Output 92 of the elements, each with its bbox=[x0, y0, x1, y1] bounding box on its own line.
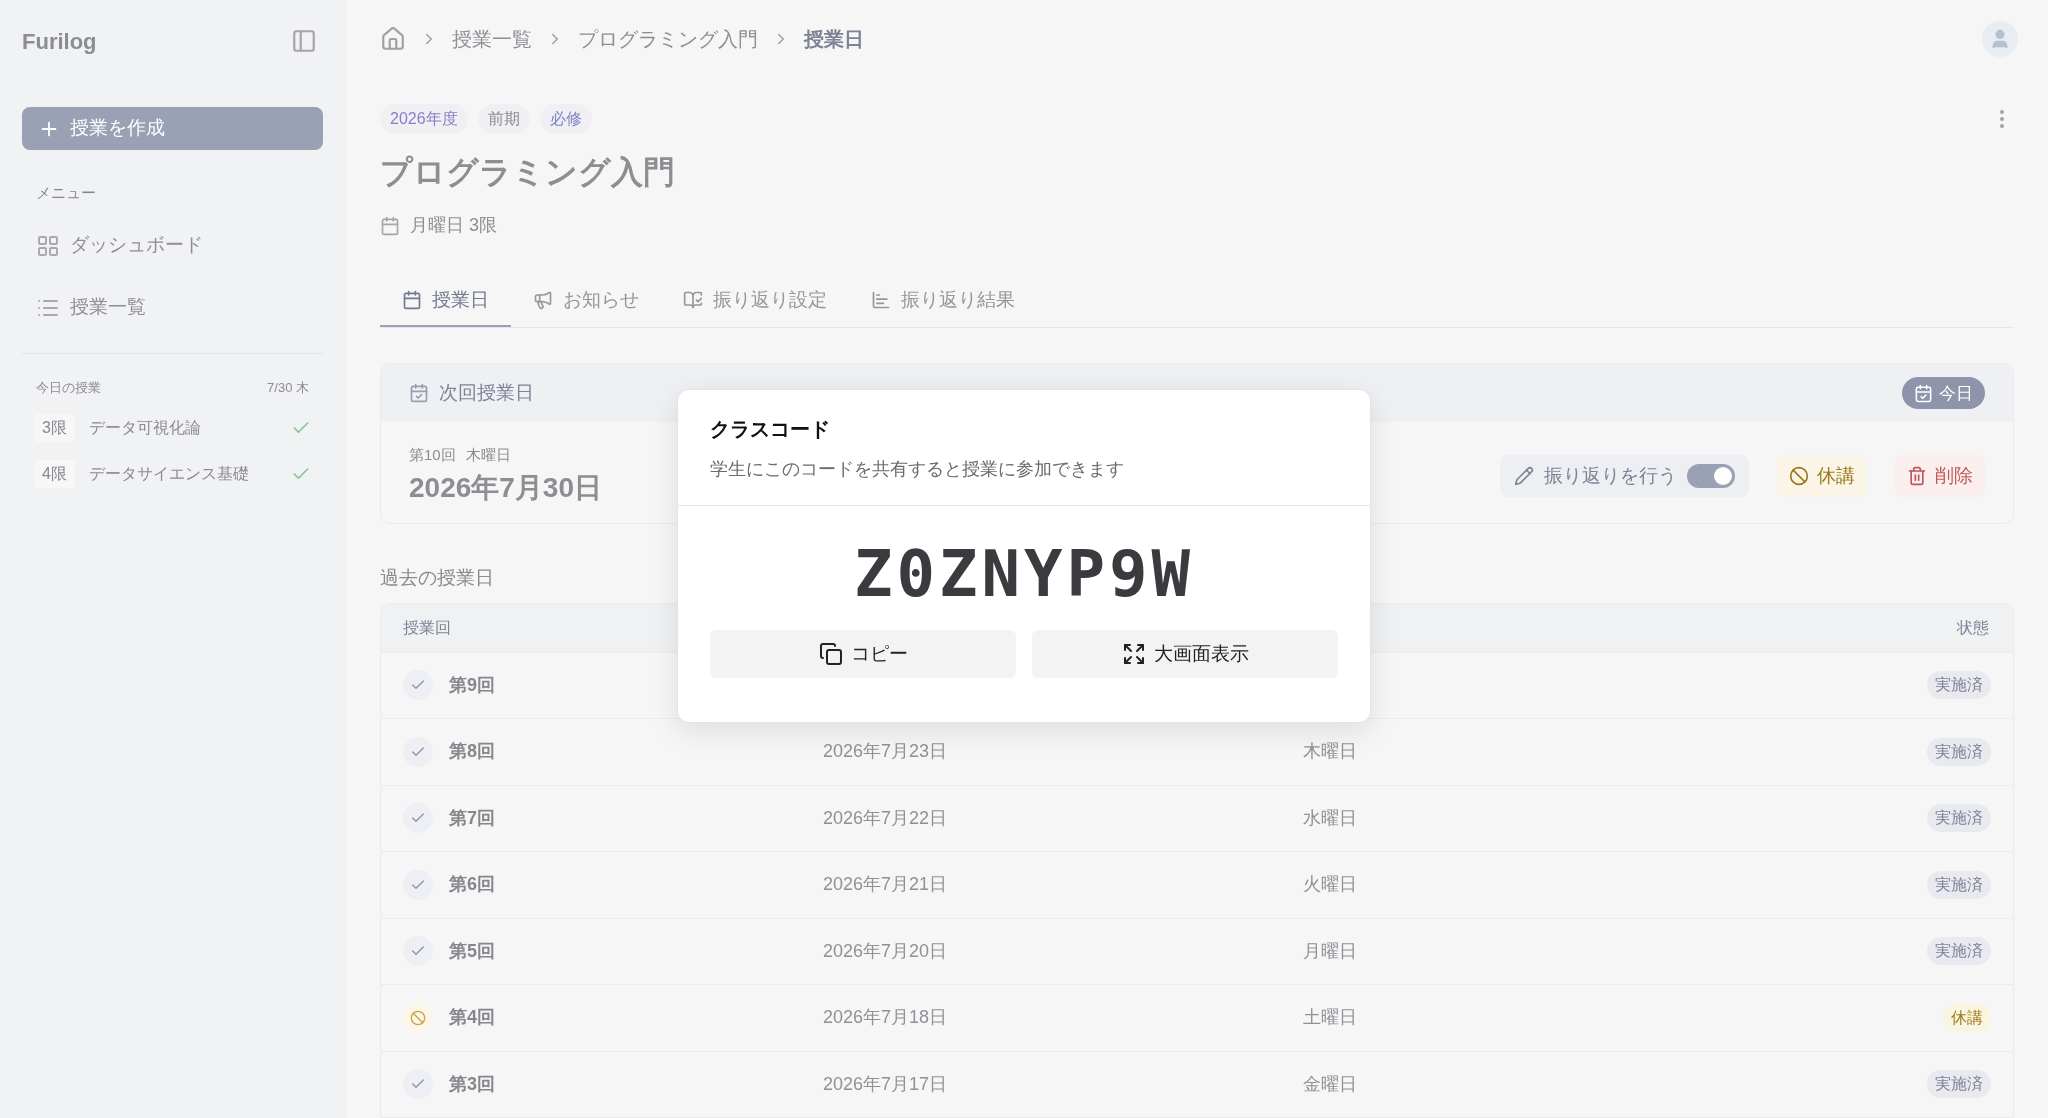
today-button[interactable]: 今日 bbox=[1902, 377, 1985, 410]
megaphone-icon bbox=[533, 290, 553, 311]
fullscreen-button[interactable]: 大画面表示 bbox=[1032, 630, 1338, 678]
class-number: 第9回 bbox=[449, 673, 495, 697]
period-badge: 4限 bbox=[34, 460, 75, 488]
table-cell-text: 土曜日 bbox=[1303, 1006, 1358, 1030]
reflection-label: 振り返りを行う bbox=[1544, 464, 1677, 489]
menu-heading: メニュー bbox=[36, 183, 97, 203]
chart-icon bbox=[871, 290, 891, 311]
today-class-item[interactable]: 3限 データ可視化論 bbox=[34, 405, 311, 451]
dialog-title: クラスコード bbox=[710, 417, 831, 442]
today-class-item[interactable]: 4限 データサイエンス基礎 bbox=[34, 451, 311, 497]
table-row[interactable]: 第7回 2026年7月22日 水曜日 実施済 bbox=[381, 784, 2013, 851]
table-cell-text: 2026年7月20日 bbox=[823, 939, 949, 963]
course-title: プログラミング入門 bbox=[380, 153, 676, 193]
status-badge: 実施済 bbox=[1927, 804, 1991, 833]
tag: 必修 bbox=[539, 104, 592, 135]
past-classes-heading: 過去の授業日 bbox=[380, 566, 494, 590]
trash-icon bbox=[1907, 466, 1927, 487]
tab[interactable]: 振り返り設定 bbox=[661, 275, 849, 328]
prohibited-icon bbox=[1789, 466, 1809, 487]
table-cell-text: 2026年7月22日 bbox=[823, 806, 949, 830]
next-class-heading: 次回授業日 bbox=[439, 381, 534, 406]
table-cell-text: 月曜日 bbox=[1303, 939, 1358, 963]
table-cell-text: 2026年7月18日 bbox=[823, 1006, 949, 1030]
period-badge: 3限 bbox=[34, 414, 75, 442]
tab[interactable]: お知らせ bbox=[511, 275, 661, 328]
column-header: 授業回 bbox=[403, 617, 452, 638]
tag: 2026年度 bbox=[380, 104, 468, 135]
cancel-class-button[interactable]: 休講 bbox=[1777, 455, 1867, 498]
sidebar-item-label: ダッシュボード bbox=[70, 233, 203, 258]
class-number: 第3回 bbox=[449, 1072, 495, 1096]
status-badge: 実施済 bbox=[1927, 870, 1991, 899]
class-number: 第6回 bbox=[449, 873, 495, 897]
calendar-check-icon bbox=[409, 383, 429, 404]
class-number: 第5回 bbox=[449, 939, 495, 963]
create-class-button[interactable]: 授業を作成 bbox=[22, 107, 323, 150]
status-badge: 実施済 bbox=[1927, 937, 1991, 966]
calendar-icon bbox=[402, 290, 422, 311]
grid-icon bbox=[36, 233, 60, 258]
breadcrumb-link[interactable]: プログラミング入門 bbox=[578, 24, 758, 55]
table-row[interactable]: 第5回 2026年7月20日 月曜日 実施済 bbox=[381, 917, 2013, 984]
book-icon bbox=[683, 290, 703, 311]
class-code: Z0ZNYP9W bbox=[853, 542, 1195, 606]
status-badge: 休講 bbox=[1943, 1003, 1991, 1032]
class-weekday: 木曜日 bbox=[465, 445, 511, 466]
delete-button[interactable]: 削除 bbox=[1895, 455, 1985, 498]
breadcrumb-link[interactable]: 授業日 bbox=[804, 24, 864, 55]
table-cell-text: 水曜日 bbox=[1303, 806, 1358, 830]
tab[interactable]: 授業日 bbox=[380, 275, 511, 328]
status-badge: 実施済 bbox=[1927, 737, 1991, 766]
table-cell-text: 火曜日 bbox=[1303, 873, 1358, 897]
home-icon[interactable] bbox=[380, 26, 406, 53]
class-name: データ可視化論 bbox=[88, 418, 202, 438]
table-cell-text: 2026年7月21日 bbox=[823, 873, 949, 897]
sidebar-toggle-icon[interactable] bbox=[291, 28, 317, 54]
calendar-check-icon bbox=[1914, 383, 1933, 403]
avatar[interactable] bbox=[1982, 21, 2018, 58]
class-number: 第8回 bbox=[449, 740, 495, 764]
table-cell-text: 2026年7月17日 bbox=[823, 1072, 949, 1096]
status-badge: 実施済 bbox=[1927, 1070, 1991, 1099]
pencil-icon bbox=[1514, 466, 1534, 487]
class-name: データサイエンス基礎 bbox=[88, 464, 250, 484]
copy-button[interactable]: コピー bbox=[710, 630, 1016, 678]
reflection-toggle[interactable] bbox=[1687, 464, 1735, 489]
today-date: 7/30 木 bbox=[267, 378, 309, 397]
table-row[interactable]: 第4回 2026年7月18日 土曜日 休講 bbox=[381, 984, 2013, 1051]
class-number: 第10回 bbox=[409, 445, 456, 466]
breadcrumb-link[interactable]: 授業一覧 bbox=[452, 24, 532, 55]
calendar-icon bbox=[380, 215, 400, 236]
tab[interactable]: 振り返り結果 bbox=[849, 275, 1037, 328]
expand-icon bbox=[1121, 642, 1146, 666]
copy-icon bbox=[818, 642, 843, 666]
table-row[interactable]: 第3回 2026年7月17日 金曜日 実施済 bbox=[381, 1050, 2013, 1117]
table-cell-text: 木曜日 bbox=[1303, 740, 1358, 764]
reflection-control[interactable]: 振り返りを行う bbox=[1500, 455, 1749, 498]
next-class-date: 2026年7月30日 bbox=[409, 470, 602, 505]
class-number: 第4回 bbox=[449, 1006, 495, 1030]
tag: 前期 bbox=[477, 104, 530, 135]
sidebar-item[interactable]: 授業一覧 bbox=[22, 276, 323, 339]
column-header: 状態 bbox=[1957, 617, 1990, 638]
brand-name: Furilog bbox=[22, 27, 97, 56]
class-number: 第7回 bbox=[449, 806, 495, 830]
status-badge: 実施済 bbox=[1927, 671, 1991, 700]
table-cell-text: 2026年7月23日 bbox=[823, 740, 949, 764]
today-classes-heading: 今日の授業 bbox=[36, 378, 101, 397]
table-cell-text: 金曜日 bbox=[1303, 1072, 1358, 1096]
sidebar-item[interactable]: ダッシュボード bbox=[22, 214, 323, 277]
dialog-description: 学生にこのコードを共有すると授業に参加できます bbox=[710, 458, 1125, 481]
table-row[interactable]: 第6回 2026年7月21日 火曜日 実施済 bbox=[381, 851, 2013, 918]
course-schedule: 月曜日 3限 bbox=[410, 214, 497, 238]
sidebar-item-label: 授業一覧 bbox=[70, 295, 146, 320]
